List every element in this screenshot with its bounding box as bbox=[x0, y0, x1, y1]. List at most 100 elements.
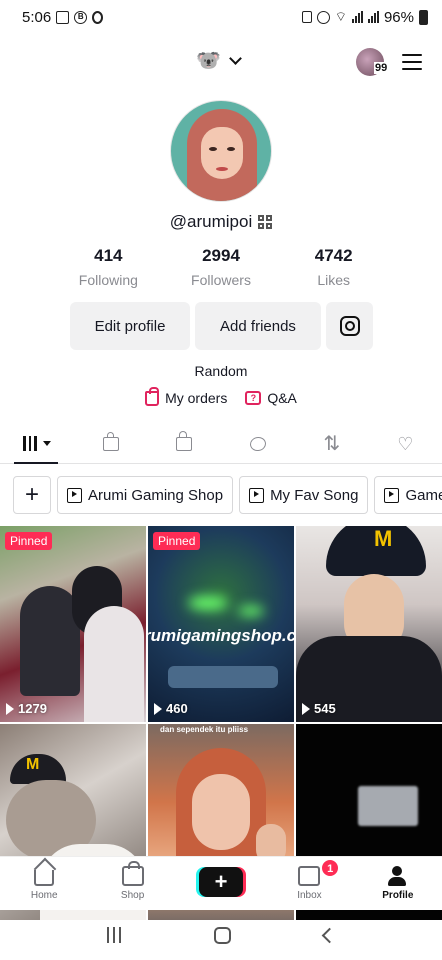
profile-stats: 414 Following 2994 Followers 4742 Likes bbox=[52, 246, 390, 288]
nav-profile-label: Profile bbox=[382, 890, 414, 901]
account-switcher[interactable]: 🐨 bbox=[196, 48, 242, 73]
alarm-icon bbox=[316, 10, 330, 24]
likes-count: 4742 bbox=[314, 246, 353, 265]
inbox-icon bbox=[298, 866, 321, 886]
following-count: 414 bbox=[94, 246, 123, 265]
content-tabs: ⇅ ♡ bbox=[0, 424, 442, 464]
video-thumbnail[interactable]: Pinned 1279 bbox=[0, 526, 146, 722]
system-nav bbox=[0, 910, 442, 960]
playlist-icon bbox=[67, 487, 82, 503]
wifi-icon: ⌔ bbox=[334, 9, 347, 24]
my-orders-link[interactable]: My orders bbox=[145, 386, 228, 406]
repost-icon: ⇅ bbox=[323, 432, 341, 455]
playlist-item[interactable]: Arumi Gaming Shop bbox=[57, 476, 234, 514]
profile-avatar[interactable] bbox=[170, 100, 272, 202]
tab-liked[interactable]: ♡ bbox=[368, 424, 442, 463]
bottom-nav: Home Shop + Inbox 1 Profile bbox=[0, 856, 442, 910]
following-label: Following bbox=[78, 272, 138, 288]
pinned-badge: Pinned bbox=[153, 532, 201, 550]
playlist-item[interactable]: Game bbox=[374, 476, 442, 514]
question-icon: ? bbox=[245, 391, 262, 405]
nav-shop[interactable]: Shop bbox=[88, 857, 176, 910]
shop-icon bbox=[121, 861, 144, 886]
nav-shop-label: Shop bbox=[120, 890, 145, 901]
menu-icon[interactable] bbox=[402, 54, 422, 70]
profile-actions: Edit profile Add friends bbox=[70, 302, 373, 350]
view-count: 460 bbox=[154, 701, 188, 716]
overlay-text: rumigamingshop.c bbox=[148, 626, 294, 645]
heart-icon: ♡ bbox=[397, 433, 414, 454]
qa-link[interactable]: ? Q&A bbox=[245, 390, 297, 406]
qr-code-icon[interactable] bbox=[258, 215, 273, 229]
profile-header: 🐨 99 bbox=[0, 42, 442, 82]
playlist-label: My Fav Song bbox=[270, 486, 359, 504]
instagram-button[interactable] bbox=[326, 302, 373, 350]
playlist-label: Game bbox=[405, 486, 442, 504]
play-icon bbox=[302, 702, 310, 715]
lock-status-icon bbox=[301, 11, 312, 23]
home-button-icon[interactable] bbox=[213, 926, 231, 944]
tab-private[interactable] bbox=[147, 424, 221, 463]
view-count: 1279 bbox=[6, 701, 47, 716]
b-icon: B bbox=[74, 10, 88, 24]
nav-inbox-label: Inbox bbox=[297, 890, 322, 901]
play-icon bbox=[154, 702, 162, 715]
tab-reposts[interactable]: ⇅ bbox=[295, 424, 369, 463]
playlist-icon bbox=[384, 487, 400, 503]
home-icon bbox=[34, 870, 55, 886]
likes-label: Likes bbox=[317, 272, 351, 288]
stat-likes[interactable]: 4742 Likes bbox=[277, 246, 390, 288]
playlist-label: Arumi Gaming Shop bbox=[88, 486, 224, 504]
shopping-bag-icon bbox=[145, 386, 160, 406]
followers-label: Followers bbox=[191, 272, 251, 288]
pinned-badge: Pinned bbox=[5, 532, 53, 550]
video-thumbnail[interactable]: Pinned rumigamingshop.c 460 bbox=[148, 526, 294, 722]
followers-count: 2994 bbox=[202, 246, 240, 265]
signal-icon-2 bbox=[367, 11, 379, 23]
username: @arumipoi bbox=[169, 212, 253, 231]
story-count: 99 bbox=[374, 62, 389, 74]
playlist-icon bbox=[249, 487, 265, 503]
gallery-icon bbox=[56, 10, 70, 24]
grid-icon bbox=[23, 436, 51, 451]
stat-following[interactable]: 414 Following bbox=[52, 246, 165, 288]
instagram-icon bbox=[339, 316, 360, 336]
back-icon[interactable] bbox=[322, 927, 338, 943]
chevron-down-icon bbox=[229, 51, 242, 65]
eye-off-icon bbox=[248, 435, 267, 452]
add-friends-button[interactable]: Add friends bbox=[195, 302, 321, 350]
edit-profile-button[interactable]: Edit profile bbox=[70, 302, 190, 350]
lock-icon bbox=[176, 430, 193, 451]
status-bar: 5:06 B ⌔ 96% bbox=[0, 0, 442, 34]
add-playlist-button[interactable]: + bbox=[13, 476, 51, 514]
play-icon bbox=[6, 702, 14, 715]
inbox-badge: 1 bbox=[321, 859, 340, 877]
recent-apps-icon[interactable] bbox=[106, 927, 121, 943]
playlist-item[interactable]: My Fav Song bbox=[239, 476, 369, 514]
profile-bio: Random bbox=[194, 363, 248, 379]
signal-icon bbox=[351, 11, 363, 23]
o-icon bbox=[92, 10, 104, 24]
tab-videos[interactable] bbox=[0, 424, 74, 464]
view-count: 545 bbox=[302, 701, 336, 716]
nav-profile[interactable]: Profile bbox=[354, 857, 442, 910]
tab-hidden[interactable] bbox=[221, 424, 295, 463]
battery-icon bbox=[419, 9, 428, 25]
tab-shop[interactable] bbox=[74, 424, 148, 463]
koala-icon: 🐨 bbox=[196, 50, 221, 72]
my-orders-label: My orders bbox=[165, 390, 228, 406]
username-row: @arumipoi bbox=[0, 212, 442, 232]
create-button[interactable]: + bbox=[199, 866, 244, 897]
nav-home-label: Home bbox=[30, 890, 58, 901]
playlist-row: + Arumi Gaming Shop My Fav Song Game bbox=[13, 476, 442, 514]
status-time: 5:06 bbox=[22, 8, 52, 26]
nav-inbox[interactable]: Inbox 1 bbox=[265, 857, 353, 910]
nav-create[interactable]: + bbox=[177, 857, 265, 910]
video-thumbnail[interactable]: M 545 bbox=[296, 526, 442, 722]
battery-level: 96% bbox=[383, 8, 414, 26]
profile-icon bbox=[387, 866, 409, 886]
bag-icon bbox=[102, 431, 119, 451]
video-caption: dan sependek itu pliiss bbox=[160, 725, 249, 734]
nav-home[interactable]: Home bbox=[0, 857, 88, 910]
stat-followers[interactable]: 2994 Followers bbox=[165, 246, 278, 288]
